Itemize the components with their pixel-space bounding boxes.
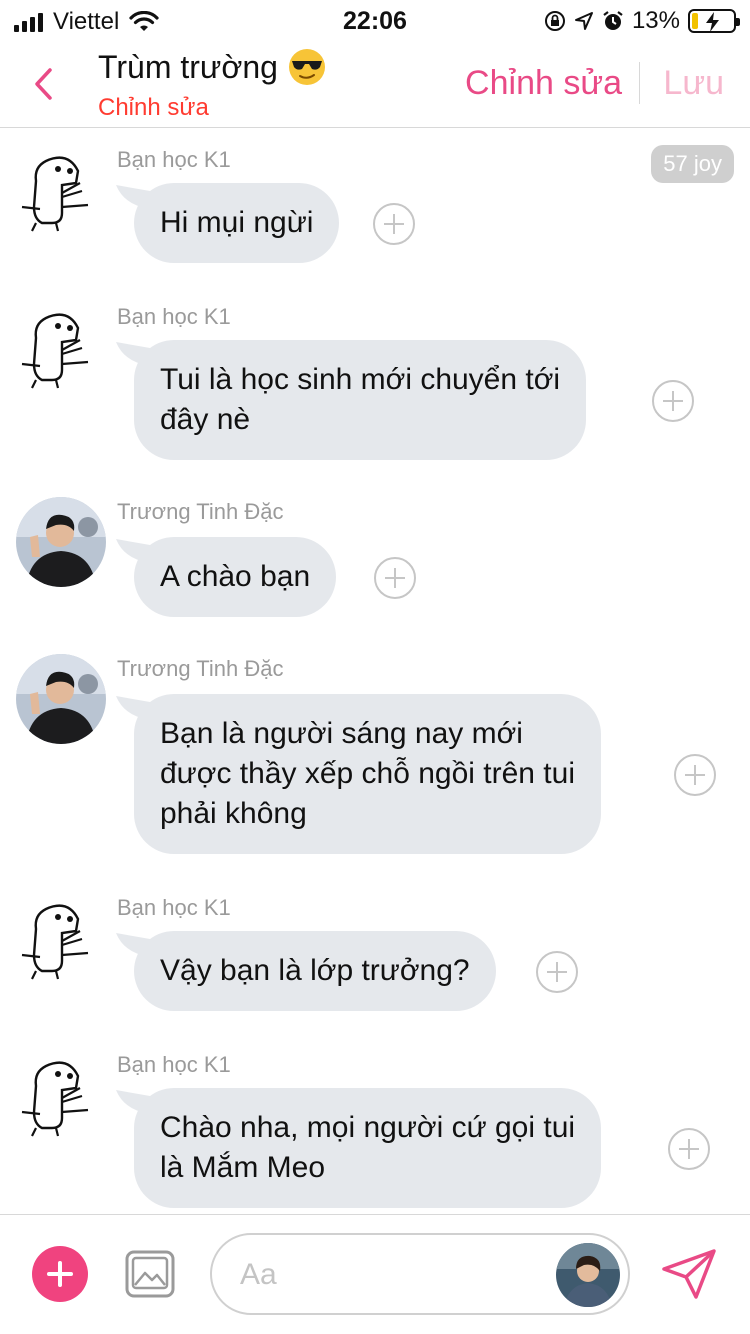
add-reaction-button[interactable] [373,203,415,245]
message-bubble[interactable]: Vậy bạn là lớp trưởng? [134,931,496,1011]
composer-bar [0,1214,750,1334]
doodle-avatar-icon [21,904,89,980]
add-reaction-button[interactable] [536,951,578,993]
alarm-icon [603,11,623,30]
sender-name: Bạn học K1 [117,304,231,329]
add-reaction-button[interactable] [668,1128,710,1170]
message-line: Bạn là người sáng nay mới [160,717,523,750]
sender-name: Bạn học K1 [117,147,231,172]
joy-badge: 57 joy [651,145,734,183]
message-line: Chào nha, mọi người cứ gọi tui [160,1111,576,1144]
person-photo-icon [16,654,106,744]
message-line: Tui là học sinh mới chuyển tới [160,363,561,396]
battery-icon [688,9,740,33]
doodle-avatar[interactable] [16,895,106,985]
chat-subtitle[interactable]: Chỉnh sửa [98,94,209,122]
message-line: Vậy bạn là lớp trưởng? [160,954,470,987]
message-line: là Mắm Meo [160,1151,326,1184]
photo-avatar[interactable] [16,654,106,744]
character-photo-icon [556,1243,620,1307]
chat-header: Trùm trường Chỉnh sửa Chỉnh sửa Lưu [0,40,750,128]
character-avatar[interactable] [556,1243,620,1307]
sunglasses-emoji-icon [288,49,325,85]
location-icon [574,12,593,30]
header-divider [639,62,640,104]
send-icon[interactable] [660,1247,718,1301]
message-line: đây nè [160,403,251,436]
message-bubble[interactable]: A chào bạn [134,537,337,617]
status-bar: Viettel 22:06 13% [0,0,750,40]
sender-name: Bạn học K1 [117,1052,231,1077]
add-reaction-button[interactable] [674,754,716,796]
message-bubble[interactable]: Hi mụi ngừi [134,183,340,263]
doodle-avatar[interactable] [16,147,106,237]
back-chevron-icon[interactable] [30,66,60,102]
save-button[interactable]: Lưu [663,64,724,103]
message-line: Hi mụi ngừi [160,206,314,239]
chat-area[interactable]: 57 joy Bạn học K1 Hi mụi ngừi Bạn học K1 [0,129,750,1214]
message-bubble[interactable]: Chào nha, mọi người cứ gọi tui là Mắm Me… [134,1088,602,1208]
message-line: A chào bạn [160,560,311,593]
image-icon[interactable] [124,1249,176,1299]
message-line: phải không [160,797,307,830]
edit-button[interactable]: Chỉnh sửa [465,64,622,103]
status-bar-right: 13% [544,7,740,35]
doodle-avatar-icon [21,156,89,232]
sender-name: Trương Tinh Đặc [117,499,284,524]
person-photo-icon [16,497,106,587]
message-line: được thầy xếp chỗ ngồi trên tui [160,757,575,790]
add-reaction-button[interactable] [374,557,416,599]
chat-title: Trùm trường [98,48,326,86]
doodle-avatar-icon [21,1061,89,1137]
message-bubble[interactable]: Bạn là người sáng nay mới được thầy xếp … [134,694,601,854]
battery-percent: 13% [631,7,680,34]
doodle-avatar[interactable] [16,1052,106,1142]
chat-title-text: Trùm trường [98,48,278,85]
sender-name: Bạn học K1 [117,895,231,920]
message-bubble[interactable]: Tui là học sinh mới chuyển tới đây nè [134,340,587,460]
add-icon[interactable] [32,1246,88,1302]
message-input-wrapper [210,1233,630,1315]
doodle-avatar-icon [21,313,89,389]
photo-avatar[interactable] [16,497,106,587]
rotation-lock-icon [544,11,565,31]
doodle-avatar[interactable] [16,304,106,394]
message-input[interactable] [240,1253,540,1297]
sender-name: Trương Tinh Đặc [117,656,284,681]
add-reaction-button[interactable] [652,380,694,422]
